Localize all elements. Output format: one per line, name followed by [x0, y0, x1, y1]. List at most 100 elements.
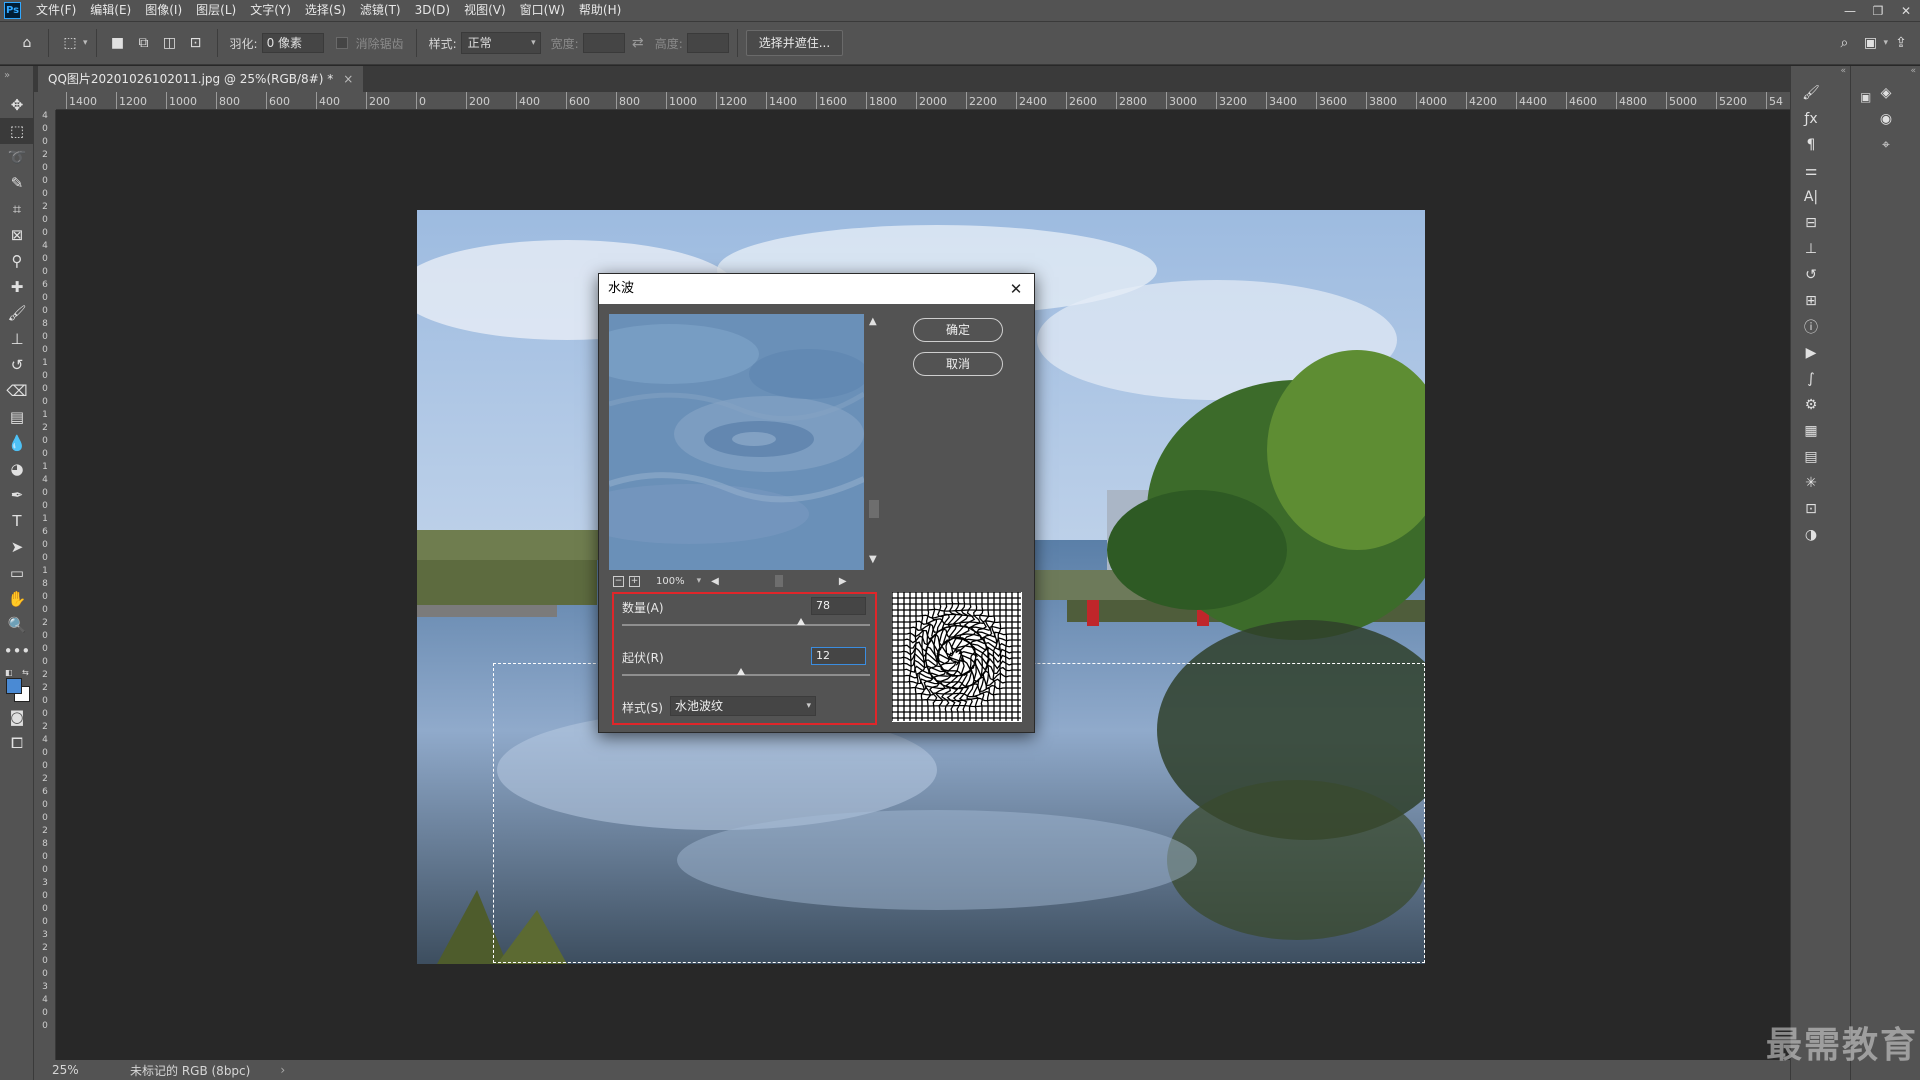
actions-icon[interactable]: ⊟ [1791, 210, 1831, 236]
scroll-right-icon[interactable]: ▶ [839, 576, 847, 587]
workspace-icon[interactable]: ▣ [1857, 30, 1883, 56]
new-selection-icon[interactable]: ■ [105, 30, 131, 56]
glyphs-icon[interactable]: ƒx [1791, 106, 1831, 132]
menu-type[interactable]: 文字(Y) [243, 0, 298, 21]
quick-select-tool-icon[interactable]: ✎ [0, 170, 34, 196]
ridges-slider[interactable] [622, 674, 870, 676]
amount-input[interactable]: 78 [811, 597, 866, 615]
antialias-checkbox[interactable] [335, 37, 348, 49]
menu-window[interactable]: 窗口(W) [513, 0, 572, 21]
foreground-color-swatch[interactable] [6, 678, 22, 694]
ripple-style-select[interactable]: 水池波纹 ▾ [670, 696, 816, 716]
close-tab-icon[interactable]: × [343, 66, 353, 92]
healing-brush-tool-icon[interactable]: ✚ [0, 274, 34, 300]
home-icon[interactable]: ⌂ [14, 30, 40, 56]
menu-edit[interactable]: 编辑(E) [83, 0, 138, 21]
zoom-tool-icon[interactable]: 🔍 [0, 612, 34, 638]
select-and-mask-button[interactable]: 选择并遮住... [745, 30, 844, 56]
menu-help[interactable]: 帮助(H) [572, 0, 628, 21]
filter-preview[interactable] [609, 314, 864, 570]
play-actions-icon[interactable]: ▶ [1791, 340, 1831, 366]
path-select-tool-icon[interactable]: ➤ [0, 534, 34, 560]
feather-input[interactable]: 0 像素 [261, 33, 324, 53]
rectangle-tool-icon[interactable]: ▭ [0, 560, 34, 586]
rect-marquee-preset-icon[interactable]: ⬚ [57, 30, 83, 56]
zoom-level[interactable]: 25% [52, 1063, 112, 1077]
menu-file[interactable]: 文件(F) [29, 0, 83, 21]
quick-mask-icon[interactable]: ◙ [0, 704, 34, 730]
paths-panel-icon[interactable]: ⌖ [1851, 132, 1920, 158]
menu-image[interactable]: 图像(I) [138, 0, 189, 21]
brush-settings-icon[interactable]: 🖌 [1791, 80, 1831, 106]
search-icon[interactable]: ⌕ [1831, 30, 1857, 56]
scroll-thumb[interactable] [869, 500, 879, 518]
blur-tool-icon[interactable]: 💧 [0, 430, 34, 456]
swap-colors-icon[interactable]: ⇆ [22, 668, 29, 677]
history-brush-tool-icon[interactable]: ↺ [0, 352, 34, 378]
close-icon[interactable]: ✕ [1892, 0, 1920, 21]
color-panel-icon[interactable]: ▣ [1860, 90, 1880, 110]
brush-tool-icon[interactable]: 🖌 [0, 300, 34, 326]
ridges-input[interactable]: 12 [811, 647, 866, 665]
dodge-tool-icon[interactable]: ◕ [0, 456, 34, 482]
restore-icon[interactable]: ❐ [1864, 0, 1892, 21]
share-icon[interactable]: ⇪ [1888, 30, 1914, 56]
status-arrow-icon[interactable]: › [280, 1063, 285, 1077]
clone-stamp-tool-icon[interactable]: ⊥ [0, 326, 34, 352]
document-tab[interactable]: QQ图片20201026102011.jpg @ 25%(RGB/8#) * × [38, 66, 364, 92]
h-scroll-thumb[interactable] [774, 575, 783, 587]
subtract-selection-icon[interactable]: ◫ [157, 30, 183, 56]
menu-view[interactable]: 视图(V) [457, 0, 513, 21]
amount-slider-thumb[interactable] [796, 618, 805, 625]
adjustments-icon[interactable]: ⚌ [1791, 158, 1831, 184]
marquee-tool-icon[interactable]: ⬚ [0, 118, 34, 144]
eraser-tool-icon[interactable]: ⌫ [0, 378, 34, 404]
zoom-out-icon[interactable]: − [613, 575, 624, 587]
lasso-tool-icon[interactable]: ➰ [0, 144, 34, 170]
style-select[interactable]: 正常 ▾ [460, 32, 541, 54]
default-colors-icon[interactable]: ◧ [5, 668, 13, 677]
preview-zoom-level[interactable]: 100% [656, 576, 685, 587]
styles-icon[interactable]: ◑ [1791, 522, 1831, 548]
move-tool-icon[interactable]: ✥ [0, 92, 34, 118]
menu-filter[interactable]: 滤镜(T) [353, 0, 408, 21]
crop-tool-icon[interactable]: ⌗ [0, 196, 34, 222]
chevron-down-icon[interactable]: ▾ [697, 576, 702, 586]
paragraph-icon[interactable]: ¶ [1791, 132, 1831, 158]
3d-icon[interactable]: ⚙ [1791, 392, 1831, 418]
zoom-in-icon[interactable]: + [629, 575, 640, 587]
info-icon[interactable]: ⓘ [1791, 314, 1831, 340]
ok-button[interactable]: 确定 [913, 318, 1003, 342]
preview-vertical-scrollbar[interactable]: ▲ ▼ [867, 314, 881, 570]
frame-tool-icon[interactable]: ⊠ [0, 222, 34, 248]
amount-slider[interactable] [622, 624, 870, 626]
collapse-icon[interactable]: « [1851, 66, 1920, 80]
swap-icon[interactable]: ⇄ [625, 30, 651, 56]
intersect-selection-icon[interactable]: ⊡ [183, 30, 209, 56]
menu-layer[interactable]: 图层(L) [189, 0, 243, 21]
minimize-icon[interactable]: — [1836, 0, 1864, 21]
scroll-up-icon[interactable]: ▲ [869, 316, 877, 327]
more-tools-icon[interactable]: ••• [0, 638, 34, 664]
history-icon[interactable]: ↺ [1791, 262, 1831, 288]
cancel-button[interactable]: 取消 [913, 352, 1003, 376]
clone-source-icon[interactable]: ⊥ [1791, 236, 1831, 262]
add-selection-icon[interactable]: ⧉ [131, 30, 157, 56]
pen-tool-icon[interactable]: ✒ [0, 482, 34, 508]
notes-icon[interactable]: ▤ [1791, 444, 1831, 470]
character-icon[interactable]: A| [1791, 184, 1831, 210]
navigator-icon[interactable]: ✳ [1791, 470, 1831, 496]
paths-icon[interactable]: ∫ [1791, 366, 1831, 392]
width-input[interactable] [582, 33, 625, 53]
screen-mode-icon[interactable]: ⧠ [0, 730, 34, 756]
gradient-tool-icon[interactable]: ▤ [0, 404, 34, 430]
color-swatches[interactable]: ◧ ⇆ [0, 664, 34, 704]
hand-tool-icon[interactable]: ✋ [0, 586, 34, 612]
scroll-left-icon[interactable]: ◀ [711, 576, 719, 587]
chevron-down-icon[interactable]: ▾ [83, 38, 88, 48]
ridges-slider-thumb[interactable] [737, 668, 746, 675]
table-icon[interactable]: ▦ [1791, 418, 1831, 444]
height-input[interactable] [686, 33, 729, 53]
eyedropper-tool-icon[interactable]: ⚲ [0, 248, 34, 274]
menu-3d[interactable]: 3D(D) [408, 0, 457, 21]
